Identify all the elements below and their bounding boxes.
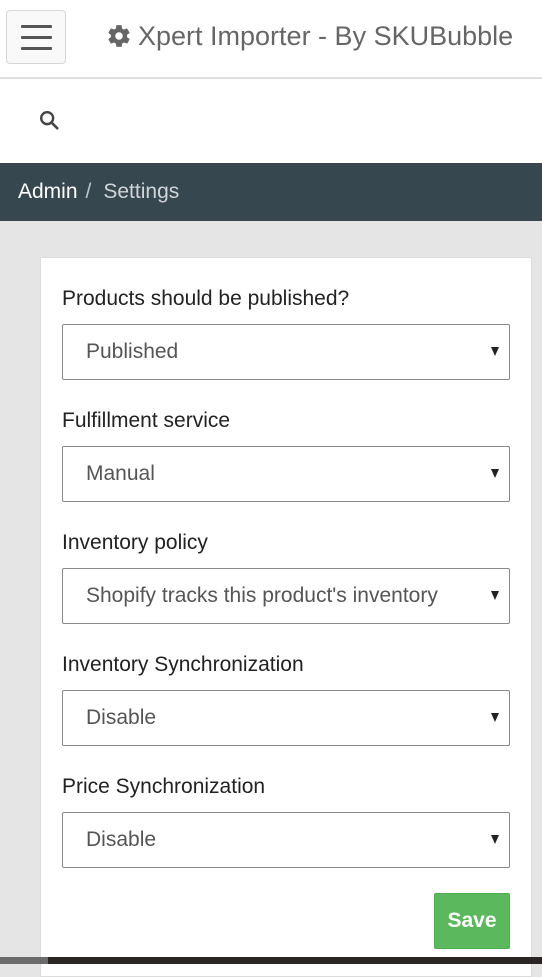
chevron-down-icon	[491, 469, 499, 478]
inventory-sync-select[interactable]: Disable	[62, 690, 510, 746]
inventory-sync-label: Inventory Synchronization	[62, 653, 304, 676]
hamburger-menu-icon-bar	[21, 36, 52, 39]
published-select-value: Published	[86, 340, 179, 363]
search-icon[interactable]	[38, 109, 60, 131]
breadcrumb-separator: /	[85, 180, 92, 203]
price-sync-label: Price Synchronization	[62, 775, 266, 798]
fulfillment-service-select[interactable]: Manual	[62, 446, 510, 502]
save-button[interactable]: Save	[434, 893, 510, 949]
inventory-policy-select-value: Shopify tracks this product's inventory	[86, 584, 438, 607]
hamburger-menu-icon	[21, 25, 52, 28]
published-select[interactable]: Published	[62, 324, 510, 380]
chevron-down-icon	[491, 713, 499, 722]
search-input[interactable]	[72, 100, 512, 140]
bottom-edge	[0, 957, 542, 964]
chevron-down-icon	[491, 347, 499, 356]
top-navbar: Xpert Importer - By SKUBubble	[0, 0, 542, 78]
app-title-link[interactable]: Xpert Importer - By SKUBubble	[106, 20, 513, 52]
published-label: Products should be published?	[62, 287, 350, 310]
price-sync-select[interactable]: Disable	[62, 812, 510, 868]
fulfillment-service-select-value: Manual	[86, 462, 155, 485]
inventory-policy-select[interactable]: Shopify tracks this product's inventory	[62, 568, 510, 624]
gear-icon	[108, 25, 130, 47]
price-sync-select-value: Disable	[86, 828, 157, 851]
breadcrumb-settings: Settings	[103, 180, 180, 203]
chevron-down-icon	[491, 835, 499, 844]
bottom-edge-left	[0, 957, 48, 964]
chevron-down-icon	[491, 591, 499, 600]
breadcrumb-admin[interactable]: Admin	[18, 180, 78, 204]
app-title: Xpert Importer - By SKUBubble	[138, 20, 514, 51]
breadcrumb: Admin / Settings	[0, 163, 542, 221]
fulfillment-service-label: Fulfillment service	[62, 409, 231, 432]
hamburger-menu-button[interactable]	[6, 10, 66, 64]
inventory-sync-select-value: Disable	[86, 706, 157, 729]
hamburger-menu-icon-bar	[21, 47, 52, 50]
inventory-policy-label: Inventory policy	[62, 531, 208, 554]
